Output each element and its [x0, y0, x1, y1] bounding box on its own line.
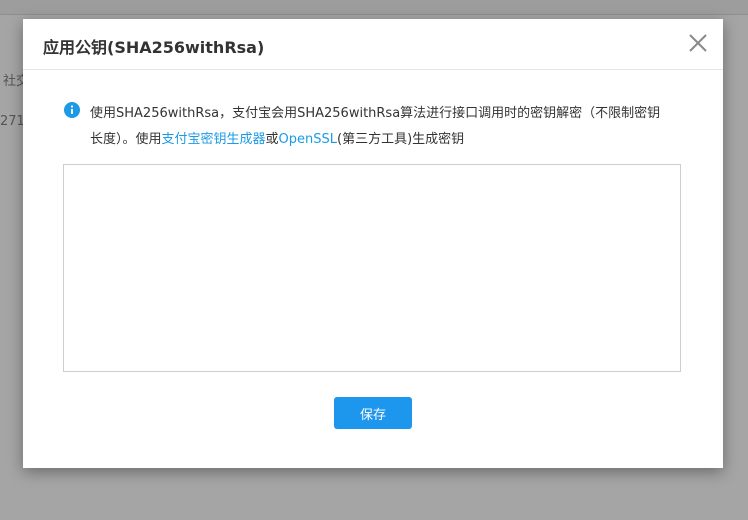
notice-text: 使用SHA256withRsa，支付宝会用SHA256withRsa算法进行接口…	[90, 101, 665, 153]
public-key-textarea[interactable]	[63, 164, 681, 372]
dialog-title: 应用公钥(SHA256withRsa)	[43, 38, 265, 57]
close-icon[interactable]	[687, 32, 709, 54]
key-generator-link[interactable]: 支付宝密钥生成器	[162, 132, 266, 147]
notice-text-part: 或	[265, 132, 279, 147]
notice-text-part: (第三方工具)生成密钥	[337, 132, 465, 147]
openssl-link[interactable]: OpenSSL	[279, 132, 337, 147]
public-key-dialog: 应用公钥(SHA256withRsa) 使用SHA256withRsa，支付宝会…	[23, 19, 723, 468]
info-icon	[64, 102, 80, 118]
dialog-header: 应用公钥(SHA256withRsa)	[23, 19, 723, 70]
info-notice: 使用SHA256withRsa，支付宝会用SHA256withRsa算法进行接口…	[64, 101, 665, 153]
save-button[interactable]: 保存	[334, 397, 412, 429]
background-top-bar	[0, 0, 748, 15]
